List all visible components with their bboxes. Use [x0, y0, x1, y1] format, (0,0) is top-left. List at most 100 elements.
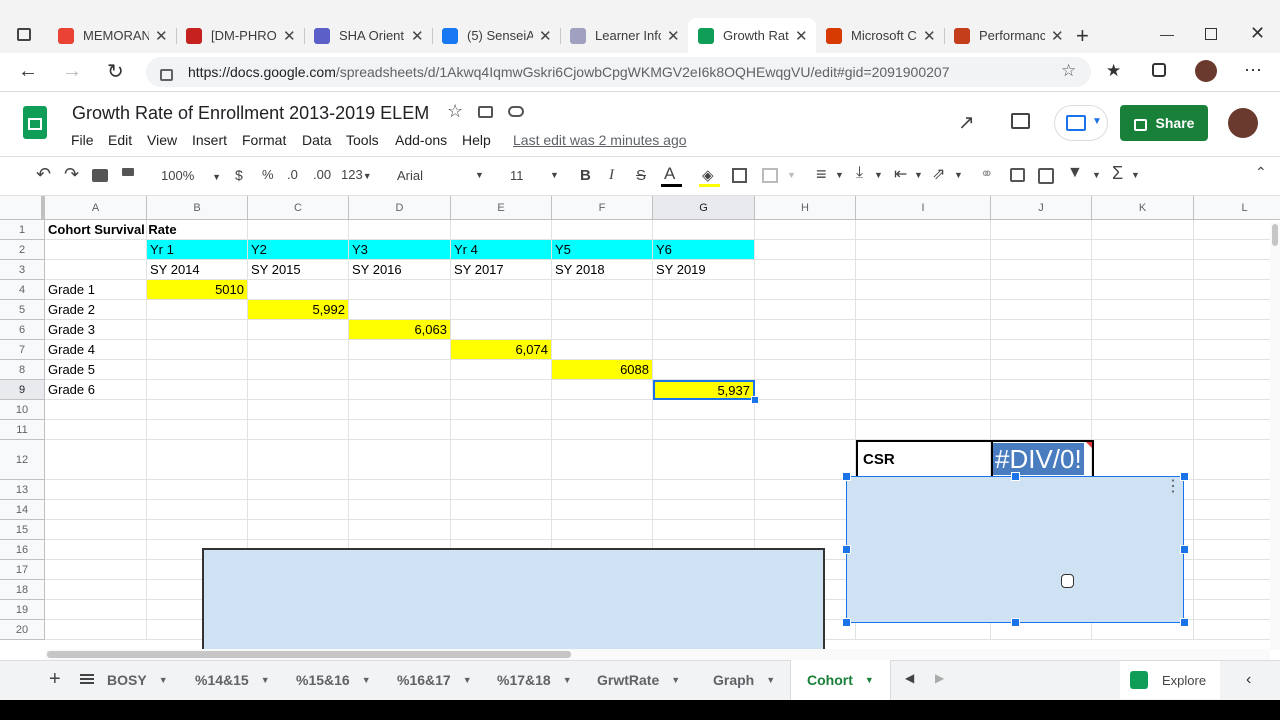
enrollment-value-cell[interactable]: 6088 [552, 360, 653, 380]
grid-cell[interactable] [991, 380, 1092, 400]
zoom-select[interactable]: 100% ▼ [161, 167, 221, 183]
grid-cell[interactable] [349, 340, 451, 360]
grid-cell[interactable] [1092, 300, 1194, 320]
grid-cell[interactable] [45, 480, 147, 500]
horizontal-align-icon[interactable]: ≡ [816, 164, 827, 185]
resize-handle[interactable] [842, 618, 851, 627]
merge-cells-icon[interactable] [762, 168, 778, 183]
reload-icon[interactable]: ↻ [107, 59, 124, 84]
lock-icon[interactable] [160, 69, 173, 81]
grid-cell[interactable] [1194, 620, 1280, 640]
csr-value-cell[interactable]: #DIV/0! [991, 440, 1094, 478]
grid-cell[interactable] [856, 280, 991, 300]
grid-cell[interactable] [248, 320, 349, 340]
grid-cell[interactable] [755, 320, 856, 340]
sheet-tab-grwtrate[interactable]: GrwtRate ▼ [597, 660, 680, 700]
browser-tab[interactable]: MEMORAN ✕ [48, 18, 176, 53]
column-header-c[interactable]: C [248, 196, 349, 220]
year-header-cell[interactable]: Y2 [248, 240, 349, 260]
vertical-align-dropdown-icon[interactable]: ▼ [874, 170, 883, 180]
grid-cell[interactable] [856, 320, 991, 340]
row-header-13[interactable]: 13 [0, 480, 45, 500]
tab-close-icon[interactable]: ✕ [283, 27, 296, 45]
print-icon[interactable] [92, 169, 108, 182]
grade-label-cell[interactable]: Grade 2 [45, 300, 147, 320]
grid-cell[interactable] [349, 440, 451, 480]
menu-format[interactable]: Format [242, 132, 286, 148]
grid-cell[interactable] [349, 220, 451, 240]
vertical-scrollbar-thumb[interactable] [1272, 224, 1278, 246]
browser-tab[interactable]: Performanc ✕ [944, 18, 1072, 53]
grid-cell[interactable] [451, 220, 552, 240]
grid-cell[interactable] [147, 420, 248, 440]
grid-cell[interactable] [755, 260, 856, 280]
text-rotation-dropdown-icon[interactable]: ▼ [954, 170, 963, 180]
sheet-tab-dropdown-icon[interactable]: ▼ [159, 675, 168, 685]
grid-cell[interactable] [147, 500, 248, 520]
grid-cell[interactable] [147, 300, 248, 320]
grid-cell[interactable] [1194, 340, 1280, 360]
grid-cell[interactable] [856, 420, 991, 440]
increase-decimal-button[interactable]: .00 [313, 167, 331, 182]
grid-cell[interactable] [248, 280, 349, 300]
grid-cell[interactable] [755, 280, 856, 300]
share-button[interactable]: Share [1120, 105, 1208, 141]
grade-label-cell[interactable]: Grade 1 [45, 280, 147, 300]
row-header-3[interactable]: 3 [0, 260, 45, 280]
tab-close-icon[interactable]: ✕ [411, 27, 424, 45]
grid-cell[interactable] [451, 520, 552, 540]
tab-close-icon[interactable]: ✕ [155, 27, 168, 45]
back-icon[interactable]: ← [18, 60, 38, 83]
grid-cell[interactable] [45, 600, 147, 620]
grid-cell[interactable] [1092, 620, 1194, 640]
sheet-tab-dropdown-icon[interactable]: ▼ [463, 675, 472, 685]
grid-cell[interactable] [552, 480, 653, 500]
grid-cell[interactable] [856, 620, 991, 640]
vertical-align-icon[interactable]: ⤓ [856, 164, 863, 182]
grid-cell[interactable] [1194, 440, 1280, 480]
grid-cell[interactable] [45, 520, 147, 540]
filter-icon[interactable]: ▼ [1067, 164, 1083, 182]
grid-cell[interactable] [653, 340, 755, 360]
grid-cell[interactable] [349, 300, 451, 320]
grid-cell[interactable] [451, 380, 552, 400]
grid-cell[interactable] [653, 280, 755, 300]
grade-label-cell[interactable]: Grade 4 [45, 340, 147, 360]
menu-help[interactable]: Help [462, 132, 491, 148]
grid-cell[interactable] [755, 360, 856, 380]
grid-cell[interactable] [552, 440, 653, 480]
paint-format-icon[interactable] [122, 168, 134, 176]
grid-cell[interactable] [991, 260, 1092, 280]
close-window-icon[interactable]: ✕ [1250, 23, 1265, 44]
sheet-tab-dropdown-icon[interactable]: ▼ [671, 675, 680, 685]
star-icon[interactable]: ☆ [447, 101, 463, 122]
tab-close-icon[interactable]: ✕ [667, 27, 680, 45]
column-header-f[interactable]: F [552, 196, 653, 220]
enrollment-value-cell[interactable]: 5010 [147, 280, 248, 300]
school-year-cell[interactable]: SY 2015 [248, 260, 349, 280]
bold-button[interactable]: B [580, 167, 591, 184]
grid-cell[interactable] [147, 440, 248, 480]
grid-cell[interactable] [755, 440, 856, 480]
sheet-tab-1516[interactable]: %15&16 ▼ [296, 660, 371, 700]
move-folder-icon[interactable] [478, 106, 493, 118]
more-menu-icon[interactable]: ⋯ [1244, 60, 1263, 81]
grid-cell[interactable] [451, 440, 552, 480]
font-select[interactable]: Arial ▼ [397, 167, 487, 183]
year-header-cell[interactable]: Y5 [552, 240, 653, 260]
grid-cell[interactable] [552, 280, 653, 300]
grid-cell[interactable] [1092, 380, 1194, 400]
grid-cell[interactable] [1092, 220, 1194, 240]
browser-tab[interactable]: Learner Info ✕ [560, 18, 688, 53]
grid-cell[interactable] [45, 260, 147, 280]
scroll-tabs-right-icon[interactable]: ▶ [935, 671, 944, 685]
cloud-status-icon[interactable] [508, 106, 524, 117]
grid-cell[interactable] [856, 340, 991, 360]
tab-close-icon[interactable]: ✕ [795, 27, 808, 45]
resize-handle[interactable] [1011, 618, 1020, 627]
grid-cell[interactable] [1194, 240, 1280, 260]
grid-cell[interactable] [991, 420, 1092, 440]
grid-cell[interactable] [1092, 400, 1194, 420]
school-year-cell[interactable]: SY 2019 [653, 260, 755, 280]
grid-cell[interactable] [451, 480, 552, 500]
